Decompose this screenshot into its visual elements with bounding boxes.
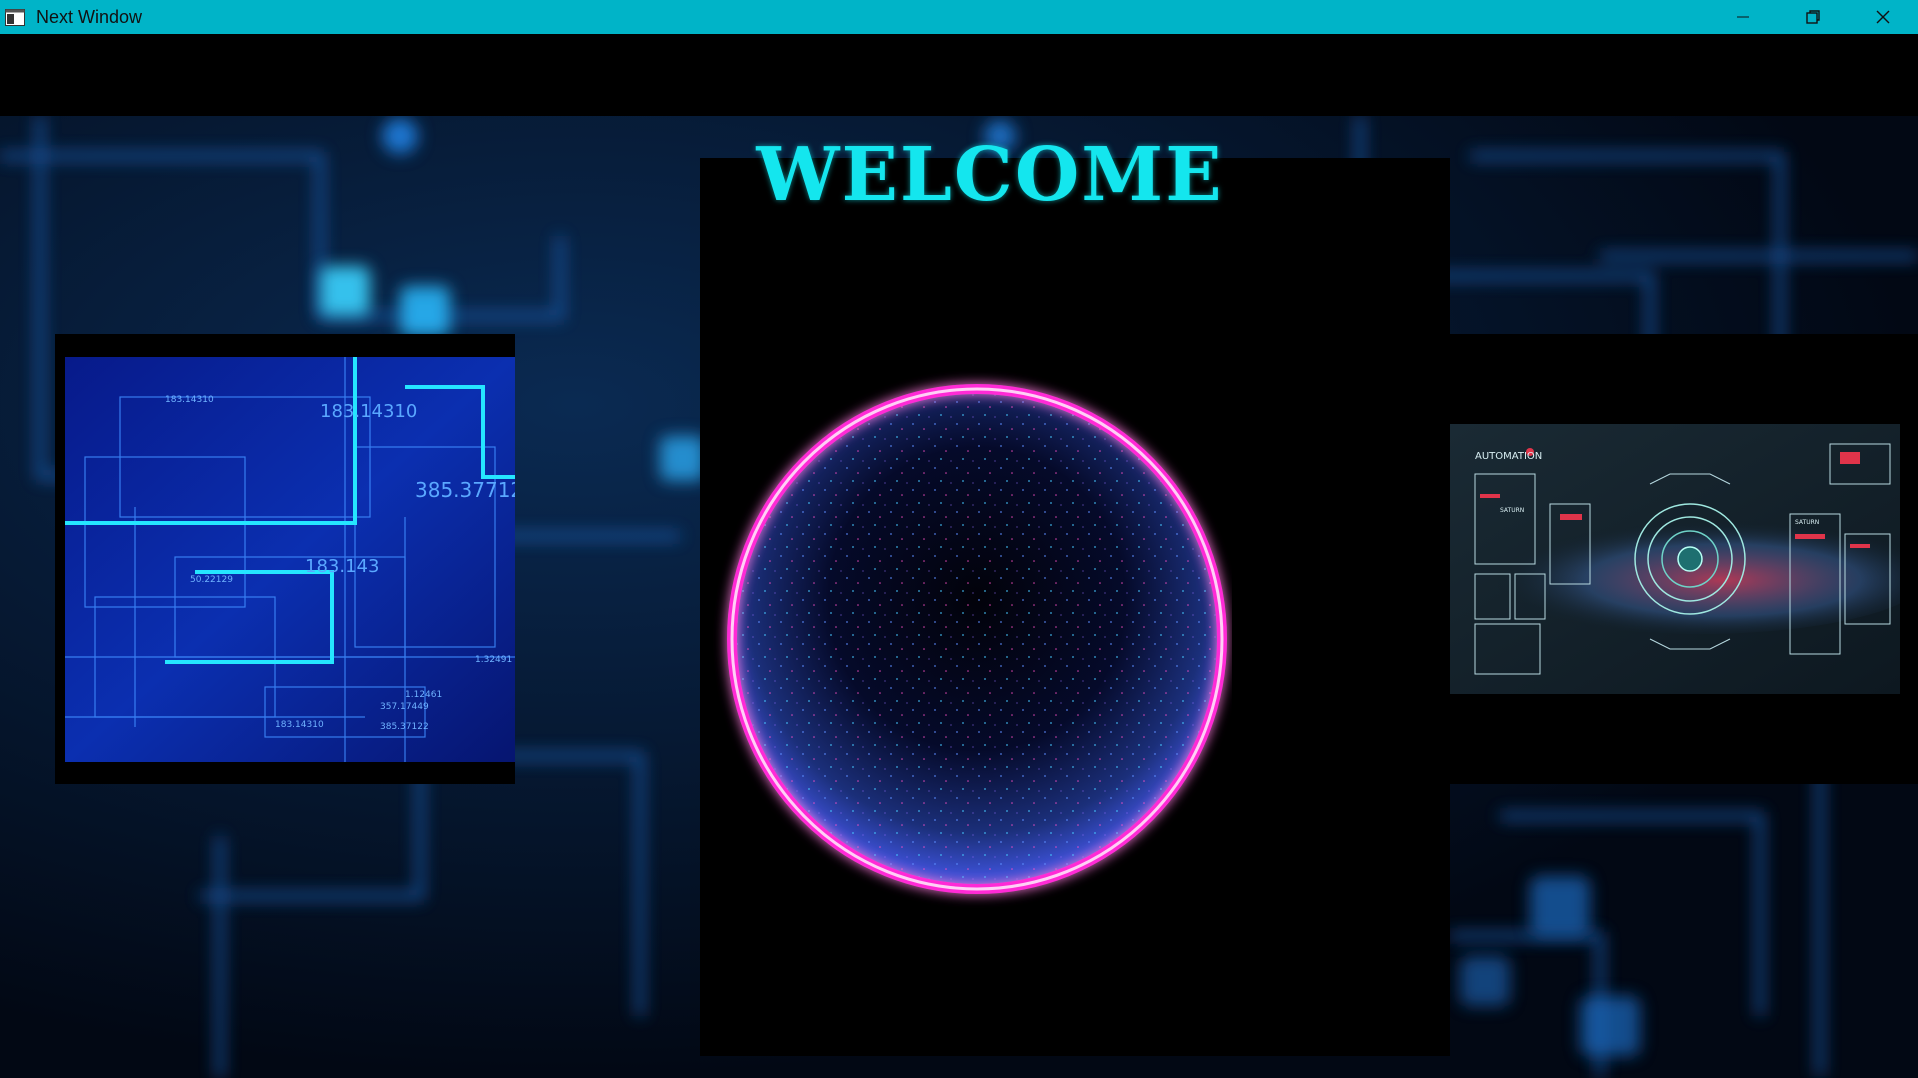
left-image-text-4: 183.14310 (165, 395, 214, 405)
minimize-icon (1737, 16, 1749, 18)
minimize-button[interactable] (1708, 0, 1778, 34)
left-image-text-5: 50.22129 (190, 575, 233, 585)
glowing-orb (727, 384, 1227, 894)
window-controls (1708, 0, 1918, 34)
left-image-text-8: 357.17449 (380, 702, 429, 712)
app-icon (4, 8, 26, 26)
close-icon (1876, 10, 1890, 24)
left-image-text-10: 183.14310 (275, 720, 324, 730)
window-title: Next Window (36, 6, 143, 27)
left-image-text-6: 1.32491 (475, 655, 512, 665)
app-window: Next Window WELCOME 183.14310 183.143 38… (0, 0, 1918, 1078)
hud-text-automation: AUTOMATION (1475, 451, 1542, 462)
left-image-text-7: 1.12461 (405, 690, 442, 700)
left-image-text-1: 183.14310 (320, 401, 417, 422)
window-content: WELCOME 183.14310 183.143 385.37712 183.… (0, 34, 1918, 1078)
hud-interface-image: AUTOMATION SATURN SATURN (1450, 424, 1900, 694)
restore-button[interactable] (1778, 0, 1848, 34)
left-image-text-3: 385.37712 (415, 478, 515, 502)
welcome-heading: WELCOME (756, 132, 1224, 218)
left-image-text-2: 183.143 (305, 556, 379, 577)
hud-text-saturn-2: SATURN (1795, 519, 1819, 526)
left-image-text-9: 385.37122 (380, 722, 429, 732)
restore-icon (1806, 10, 1820, 24)
circuit-lines-image: 183.14310 183.143 385.37712 183.14310 50… (65, 357, 515, 762)
close-button[interactable] (1848, 0, 1918, 34)
hud-text-saturn-1: SATURN (1500, 507, 1524, 514)
title-bar[interactable]: Next Window (0, 0, 1918, 34)
